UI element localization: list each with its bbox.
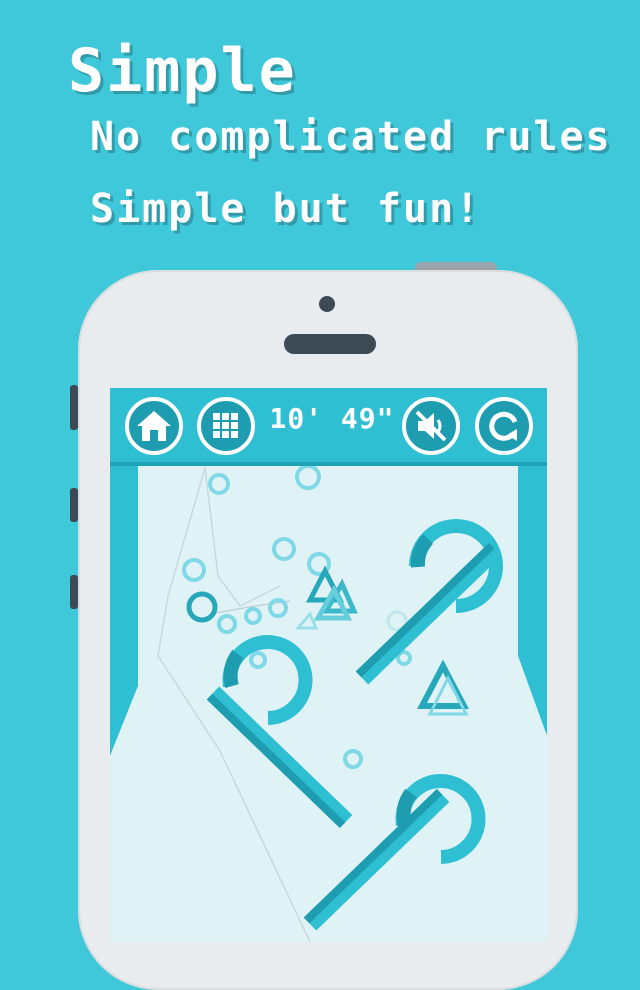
promo-line-1: No complicated rules (90, 114, 612, 160)
promo-line-2: Simple but fun! (90, 186, 482, 232)
sound-muted-icon (415, 410, 447, 442)
phone-camera (319, 296, 335, 312)
phone-speaker (284, 334, 376, 354)
game-toolbar: 10' 49" (110, 388, 547, 466)
restart-button[interactable] (475, 397, 533, 455)
grid-icon (213, 413, 238, 438)
levels-button[interactable] (197, 397, 255, 455)
home-icon (137, 411, 171, 441)
sound-button[interactable] (402, 397, 460, 455)
playfield[interactable] (110, 466, 547, 942)
game-timer: 10' 49" (269, 402, 395, 435)
phone-side-button (70, 488, 78, 522)
phone-side-button (70, 385, 78, 430)
promo-title: Simple (68, 36, 297, 106)
phone-side-button (70, 575, 78, 609)
game-screen: 10' 49" (110, 388, 547, 942)
home-button[interactable] (125, 397, 183, 455)
promo-headline: Simple No complicated rules Simple but f… (68, 36, 610, 232)
restart-icon (489, 411, 518, 441)
